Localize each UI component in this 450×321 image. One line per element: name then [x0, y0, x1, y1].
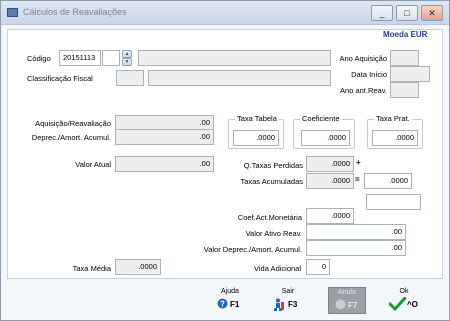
window-title: Cálculos de Reavaliações	[23, 7, 127, 17]
svg-text:?: ?	[220, 300, 225, 309]
ano-aquisicao-field	[390, 50, 419, 66]
classificacao-description	[148, 70, 331, 86]
checkmark-icon	[389, 297, 406, 311]
anula-key: F7	[348, 301, 358, 310]
valor-atual-field: .00	[115, 156, 214, 172]
anula-label: Anula	[338, 289, 356, 296]
app-icon	[7, 8, 18, 17]
plus-sign: +	[356, 158, 361, 167]
main-window: Cálculos de Reavaliações _ □ ✕ Moeda EUR…	[0, 0, 450, 321]
ok-key: ^O	[407, 300, 418, 309]
close-button[interactable]: ✕	[421, 5, 443, 21]
anula-button[interactable]: Anula F7	[328, 287, 366, 314]
classificacao-label: Classificação Fiscal	[27, 74, 93, 83]
aquisicao-label: Aquisição/Reavaliação	[35, 119, 111, 128]
valor-deprec-label: Valor Deprec./Amort. Acumul.	[203, 245, 302, 254]
chevron-up-icon[interactable]: ▲	[122, 50, 132, 58]
sair-label: Sair	[281, 288, 295, 295]
ano-ant-reav-field	[390, 82, 419, 98]
codigo-input[interactable]: 20151113	[59, 50, 101, 66]
valor-ativo-field: .00	[306, 224, 406, 240]
classificacao-code-field[interactable]	[116, 70, 144, 86]
sair-key: F3	[288, 300, 298, 309]
ajuda-key: F1	[230, 300, 240, 309]
codigo-spinner[interactable]: ▲ ▼	[122, 50, 132, 66]
taxas-acumuladas-label: Taxas Acumuladas	[240, 177, 303, 186]
ok-button[interactable]: Ok ^O	[385, 287, 423, 314]
vida-adicional-label: Vida Adicional	[254, 264, 301, 273]
taxa-media-field: .0000	[115, 259, 161, 275]
ano-ant-reav-label: Ano ant.Reav.	[340, 86, 387, 95]
taxa-tabela-field[interactable]: .0000	[233, 130, 279, 146]
ajuda-label: Ajuda	[221, 288, 239, 295]
deprec-field: .00	[115, 129, 214, 145]
codigo-extra-input[interactable]	[102, 50, 120, 66]
q-taxas-perdidas-label: Q.Taxas Perdidas	[243, 161, 303, 170]
taxas-total-field: .0000	[364, 173, 412, 189]
deprec-label: Deprec./Amort. Acumul.	[31, 133, 111, 142]
sair-button[interactable]: Sair F3	[269, 287, 307, 314]
ok-label: Ok	[399, 288, 409, 295]
minimize-button[interactable]: _	[371, 5, 393, 21]
coef-act-field[interactable]: .0000	[306, 208, 354, 224]
valor-ativo-label: Valor Ativo Reav.	[245, 229, 302, 238]
taxa-prat-label: Taxa Prat.	[374, 114, 412, 123]
q-taxas-perdidas-field: .0000	[306, 156, 354, 172]
coeficiente-label: Coeficiente	[300, 114, 342, 123]
taxas-acumuladas-field: .0000	[306, 173, 354, 189]
valor-atual-label: Valor Atual	[75, 160, 111, 169]
coef-act-label: Coef.Act.Monetária	[237, 213, 302, 222]
chevron-down-icon[interactable]: ▼	[122, 58, 132, 66]
taxa-tabela-label: Taxa Tabela	[235, 114, 279, 123]
data-inicio-label: Data Início	[351, 70, 387, 79]
ajuda-button[interactable]: Ajuda ? F1	[211, 287, 249, 314]
ano-aquisicao-label: Ano Aquisição	[339, 54, 387, 63]
currency-label: Moeda EUR	[383, 30, 428, 39]
maximize-button[interactable]: □	[396, 5, 418, 21]
exit-person-icon	[274, 298, 284, 311]
valor-deprec-field: .00	[306, 240, 406, 256]
codigo-label: Código	[27, 54, 51, 63]
taxa-prat-field[interactable]: .0000	[372, 130, 418, 146]
data-inicio-field	[390, 66, 430, 82]
vida-adicional-field[interactable]: 0	[306, 259, 330, 275]
title-bar: Cálculos de Reavaliações _ □ ✕	[1, 1, 449, 25]
equal-sign: =	[355, 175, 360, 184]
extra-field[interactable]	[366, 194, 421, 210]
coeficiente-field[interactable]: .0000	[301, 130, 350, 146]
cancel-icon	[335, 299, 346, 310]
help-icon: ?	[217, 298, 228, 309]
taxa-media-label: Taxa Média	[72, 264, 111, 273]
codigo-description	[138, 50, 331, 66]
